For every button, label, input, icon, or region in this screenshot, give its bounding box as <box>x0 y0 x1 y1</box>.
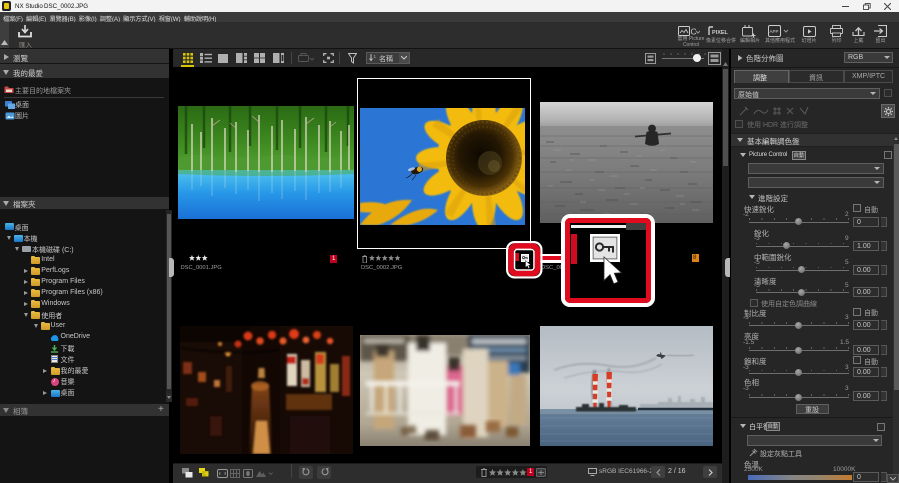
svg-text:PIXEL: PIXEL <box>712 30 729 36</box>
svg-text:APP: APP <box>770 29 779 34</box>
svg-text:1: 1 <box>374 54 377 59</box>
svg-text:C: C <box>691 27 697 37</box>
